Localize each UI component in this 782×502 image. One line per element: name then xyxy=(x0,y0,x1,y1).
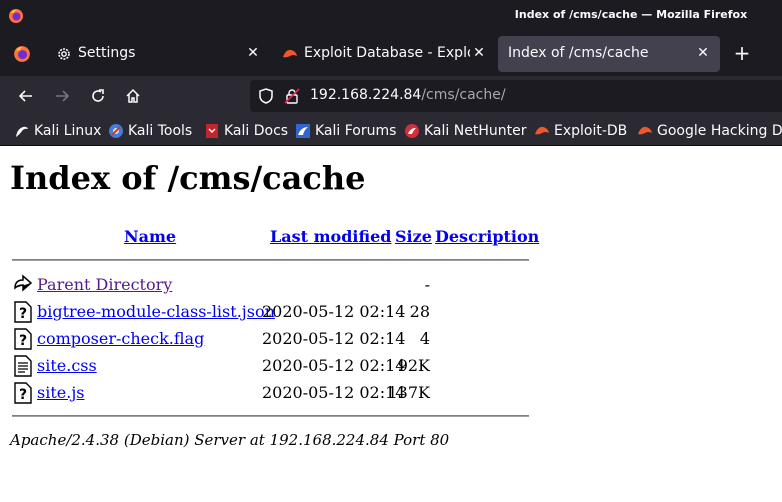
row-date: 2020-05-12 02:14 xyxy=(262,302,406,321)
file-link[interactable]: site.css xyxy=(37,356,97,375)
svg-text:?: ? xyxy=(19,306,27,322)
home-icon xyxy=(126,88,140,103)
bookmark-kali-docs[interactable]: Kali Docs xyxy=(204,122,288,140)
footer-divider xyxy=(12,415,529,417)
bookmark-exploit-db[interactable]: Exploit-DB xyxy=(534,122,627,140)
bookmark-label: Kali NetHunter xyxy=(424,123,527,139)
header-divider xyxy=(12,259,529,261)
tab-strip: Settings ✕ Exploit Database - Exploit ✕ … xyxy=(0,32,782,76)
sort-by-size-link[interactable]: Size xyxy=(395,227,432,246)
row-date: 2020-05-12 02:14 xyxy=(262,329,406,348)
table-row: ? composer-check.flag 2020-05-12 02:14 4 xyxy=(0,327,540,351)
home-button[interactable] xyxy=(121,84,145,108)
bookmark-label: Kali Forums xyxy=(315,123,397,139)
table-row: ? bigtree-module-class-list.json 2020-05… xyxy=(0,300,540,324)
url-text[interactable]: 192.168.224.84/cms/cache/ xyxy=(310,87,506,103)
reload-icon xyxy=(92,89,104,102)
ghdb-icon xyxy=(638,126,652,135)
svg-text:?: ? xyxy=(19,387,27,403)
bookmark-label: Kali Linux xyxy=(34,123,102,139)
close-tab-icon[interactable]: ✕ xyxy=(694,44,712,62)
row-size: 4 xyxy=(419,329,430,348)
row-size: 28 xyxy=(409,302,430,321)
sort-by-last-modified-link[interactable]: Last modified xyxy=(270,227,391,246)
unknown-file-icon: ? xyxy=(14,328,32,350)
svg-text:?: ? xyxy=(19,333,27,349)
row-date: 2020-05-12 02:14 xyxy=(262,383,406,402)
bookmark-label: Exploit-DB xyxy=(554,123,628,139)
sort-by-description-link[interactable]: Description xyxy=(435,227,539,246)
bookmark-kali-nethunter[interactable]: Kali NetHunter xyxy=(404,122,526,140)
tab-label: Exploit Database - Exploit xyxy=(304,45,470,61)
parent-directory-link[interactable]: Parent Directory xyxy=(37,275,172,294)
url-path: /cms/cache/ xyxy=(421,87,506,103)
window-title: Index of /cms/cache — Mozilla Firefox xyxy=(514,8,748,21)
file-link[interactable]: bigtree-module-class-list.json xyxy=(37,302,275,321)
bookmark-label: Google Hacking DB xyxy=(657,123,782,139)
tab-label: Index of /cms/cache xyxy=(508,45,649,61)
table-row: site.css 2020-05-12 02:14 92K xyxy=(0,354,540,378)
unknown-file-icon: ? xyxy=(14,382,32,404)
bookmark-label: Kali Docs xyxy=(224,123,289,139)
page-heading: Index of /cms/cache xyxy=(10,159,366,197)
close-tab-icon[interactable]: ✕ xyxy=(244,44,262,62)
server-signature: Apache/2.4.38 (Debian) Server at 192.168… xyxy=(10,431,450,449)
shield-icon[interactable] xyxy=(258,88,274,104)
tab-label: Settings xyxy=(78,45,136,61)
navigation-toolbar: 192.168.224.84/cms/cache/ xyxy=(0,76,782,116)
sort-by-name-link[interactable]: Name xyxy=(124,227,176,246)
arrow-right-icon xyxy=(56,90,70,102)
gear-icon xyxy=(58,48,70,60)
kali-docs-icon xyxy=(206,124,218,138)
bookmark-google-hacking-db[interactable]: Google Hacking DB xyxy=(637,122,782,140)
kali-forums-icon xyxy=(296,124,310,138)
kali-nethunter-icon xyxy=(405,124,419,138)
window-titlebar: Index of /cms/cache — Mozilla Firefox xyxy=(0,0,782,32)
unknown-file-icon: ? xyxy=(14,301,32,323)
kali-dragon-icon xyxy=(16,126,28,137)
arrow-left-icon xyxy=(18,90,32,102)
firefox-view-button[interactable] xyxy=(4,36,40,72)
bookmark-kali-tools[interactable]: Kali Tools xyxy=(108,122,192,140)
bookmark-kali-forums[interactable]: Kali Forums xyxy=(295,122,396,140)
reload-button[interactable] xyxy=(86,84,110,108)
back-button[interactable] xyxy=(14,84,38,108)
exploit-db-icon xyxy=(535,126,549,135)
url-bar[interactable]: 192.168.224.84/cms/cache/ xyxy=(250,80,782,112)
tab-exploit-database[interactable]: Exploit Database - Exploit ✕ xyxy=(272,36,496,72)
bookmarks-toolbar: Kali Linux Kali Tools Kali Docs Kali For… xyxy=(0,116,782,146)
forward-button[interactable] xyxy=(50,84,74,108)
firefox-logo-icon xyxy=(14,46,30,62)
tab-index-cms-cache[interactable]: Index of /cms/cache ✕ xyxy=(498,36,720,72)
file-link[interactable]: composer-check.flag xyxy=(37,329,204,348)
page-content: Index of /cms/cache Name Last modified S… xyxy=(0,147,782,502)
bookmark-label: Kali Tools xyxy=(128,123,193,139)
file-link[interactable]: site.js xyxy=(37,383,84,402)
tab-settings[interactable]: Settings ✕ xyxy=(46,36,272,72)
row-date: 2020-05-12 02:14 xyxy=(262,356,406,375)
table-row: ? site.js 2020-05-12 02:14 137K xyxy=(0,381,540,405)
insecure-lock-icon[interactable] xyxy=(284,88,300,104)
row-size: 137K xyxy=(387,383,431,402)
bookmark-kali-linux[interactable]: Kali Linux xyxy=(14,122,101,140)
new-tab-button[interactable]: + xyxy=(730,42,754,66)
kali-tools-icon xyxy=(109,124,123,138)
table-row: Parent Directory - xyxy=(0,273,540,297)
close-tab-icon[interactable]: ✕ xyxy=(470,44,488,62)
text-file-icon xyxy=(14,355,32,377)
row-size: - xyxy=(424,275,430,294)
exploit-db-icon xyxy=(283,49,297,58)
url-host: 192.168.224.84 xyxy=(310,87,422,103)
row-size: 92K xyxy=(397,356,430,375)
parent-directory-icon xyxy=(14,274,33,292)
